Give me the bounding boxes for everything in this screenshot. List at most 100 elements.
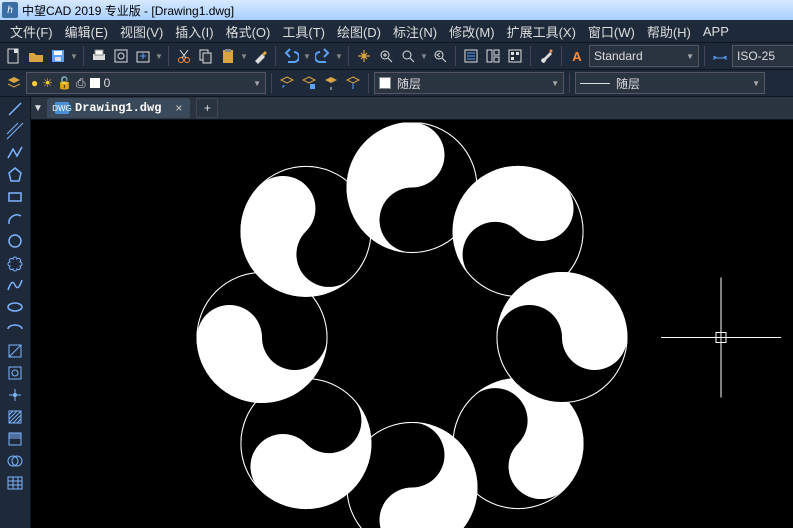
menu-insert[interactable]: 插入(I) [169, 20, 219, 43]
dim-style-combo[interactable]: ISO-25▼ [732, 45, 793, 67]
preview-icon[interactable] [111, 46, 131, 66]
layer-state-icon[interactable] [299, 73, 319, 93]
undo-dropdown-icon[interactable]: ▼ [303, 52, 311, 61]
layer-iso-icon[interactable] [321, 73, 341, 93]
tab-list-icon[interactable]: ▼ [31, 103, 45, 114]
drawing-content [177, 122, 647, 528]
menu-modify[interactable]: 修改(M) [443, 20, 501, 43]
dwg-file-icon: DWG [55, 102, 69, 114]
layer-combo[interactable]: ● ☀ 🔓 ⎙ 0 ▼ [26, 72, 266, 94]
text-style-combo[interactable]: Standard▼ [589, 45, 699, 67]
workspace: ▼ DWG Drawing1.dwg × + [0, 97, 793, 528]
region-icon[interactable] [4, 451, 26, 471]
table-icon[interactable] [4, 473, 26, 493]
lock-icon: 🔓 [57, 76, 72, 90]
undo-icon[interactable] [281, 46, 301, 66]
save-dropdown-icon[interactable]: ▼ [70, 52, 78, 61]
redo-dropdown-icon[interactable]: ▼ [335, 52, 343, 61]
toolbar-layers: ● ☀ 🔓 ⎙ 0 ▼ 随层 ▼ 随层 ▼ [0, 70, 793, 97]
polyline-icon[interactable] [4, 143, 26, 163]
menu-format[interactable]: 格式(O) [220, 20, 277, 43]
make-block-icon[interactable] [4, 363, 26, 383]
new-icon[interactable] [4, 46, 24, 66]
menu-edit[interactable]: 编辑(E) [59, 20, 114, 43]
arc-icon[interactable] [4, 209, 26, 229]
color-swatch [379, 77, 391, 89]
layer-color-swatch [90, 78, 100, 88]
menu-app[interactable]: APP [697, 22, 735, 41]
menu-extend[interactable]: 扩展工具(X) [501, 20, 582, 43]
title-bar: h 中望CAD 2019 专业版 - [Drawing1.dwg] [0, 0, 793, 20]
match-icon[interactable] [250, 46, 270, 66]
menu-file[interactable]: 文件(F) [4, 20, 59, 43]
menu-view[interactable]: 视图(V) [114, 20, 169, 43]
line-icon[interactable] [4, 99, 26, 119]
publish-icon[interactable] [133, 46, 153, 66]
brush-icon[interactable] [536, 46, 556, 66]
new-tab-button[interactable]: + [196, 98, 218, 118]
save-icon[interactable] [48, 46, 68, 66]
linetype-preview [580, 83, 610, 84]
drawing-canvas[interactable] [31, 120, 793, 528]
ellipse-icon[interactable] [4, 297, 26, 317]
cut-icon[interactable] [174, 46, 194, 66]
spline-icon[interactable] [4, 275, 26, 295]
hatch-icon[interactable] [4, 407, 26, 427]
point-icon[interactable] [4, 385, 26, 405]
text-style-icon[interactable]: A [567, 46, 587, 66]
menu-bar: 文件(F) 编辑(E) 视图(V) 插入(I) 格式(O) 工具(T) 绘图(D… [0, 20, 793, 43]
app-icon: h [2, 2, 18, 18]
tab-drawing1[interactable]: DWG Drawing1.dwg × [47, 98, 190, 118]
crosshair-cursor [661, 277, 781, 400]
pan-icon[interactable] [354, 46, 374, 66]
zoom-prev-icon[interactable] [430, 46, 450, 66]
dim-style-value: ISO-25 [737, 49, 775, 63]
insert-block-icon[interactable] [4, 341, 26, 361]
properties-icon[interactable] [461, 46, 481, 66]
print-icon: ⎙ [76, 76, 86, 91]
sun-icon: ☀ [42, 76, 53, 90]
canvas-area: ▼ DWG Drawing1.dwg × + [31, 97, 793, 528]
layer-prev-icon[interactable] [277, 73, 297, 93]
menu-draw[interactable]: 绘图(D) [331, 20, 387, 43]
menu-dimension[interactable]: 标注(N) [387, 20, 443, 43]
text-style-value: Standard [594, 49, 643, 63]
open-icon[interactable] [26, 46, 46, 66]
toolbar-standard: ▼ ▼ ▼ ▼ ▼ ▼ A Standard▼ ISO-25▼ [0, 43, 793, 70]
publish-dropdown-icon[interactable]: ▼ [155, 52, 163, 61]
menu-tools[interactable]: 工具(T) [276, 20, 331, 43]
paste-icon[interactable] [218, 46, 238, 66]
xline-icon[interactable] [4, 121, 26, 141]
gradient-icon[interactable] [4, 429, 26, 449]
tab-filename: Drawing1.dwg [75, 101, 161, 115]
tool-palette-icon[interactable] [505, 46, 525, 66]
linetype-combo[interactable]: 随层 ▼ [575, 72, 765, 94]
zoom-window-icon[interactable] [398, 46, 418, 66]
menu-window[interactable]: 窗口(W) [582, 20, 641, 43]
draw-toolbar [0, 97, 31, 528]
circle-icon[interactable] [4, 231, 26, 251]
document-tabs: ▼ DWG Drawing1.dwg × + [31, 97, 793, 120]
paste-dropdown-icon[interactable]: ▼ [240, 52, 248, 61]
linetype-bylayer-label: 随层 [616, 75, 640, 92]
design-center-icon[interactable] [483, 46, 503, 66]
zoom-realtime-icon[interactable] [376, 46, 396, 66]
window-title: 中望CAD 2019 专业版 - [Drawing1.dwg] [22, 2, 234, 19]
redo-icon[interactable] [313, 46, 333, 66]
layer-manager-icon[interactable] [4, 73, 24, 93]
layer-name: 0 [104, 76, 111, 90]
zoom-dropdown-icon[interactable]: ▼ [420, 52, 428, 61]
revcloud-icon[interactable] [4, 253, 26, 273]
copy-icon[interactable] [196, 46, 216, 66]
menu-help[interactable]: 帮助(H) [641, 20, 697, 43]
layer-freeze-icon[interactable] [343, 73, 363, 93]
dim-style-icon[interactable] [710, 46, 730, 66]
plot-icon[interactable] [89, 46, 109, 66]
ellipse-arc-icon[interactable] [4, 319, 26, 339]
color-combo[interactable]: 随层 ▼ [374, 72, 564, 94]
color-bylayer-label: 随层 [397, 75, 421, 92]
rectangle-icon[interactable] [4, 187, 26, 207]
polygon-icon[interactable] [4, 165, 26, 185]
tab-close-icon[interactable]: × [175, 101, 182, 115]
bulb-icon: ● [31, 76, 38, 90]
